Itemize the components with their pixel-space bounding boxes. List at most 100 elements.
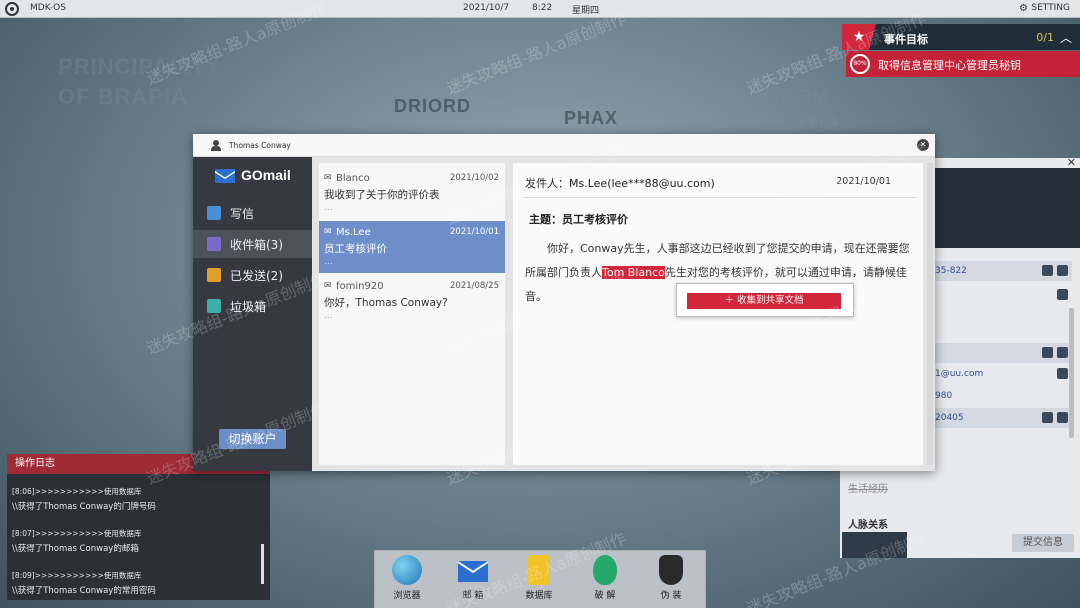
close-icon[interactable]: ✕ xyxy=(1067,156,1076,169)
operation-log: 操作日志 [8:06]>>>>>>>>>>>使用数据库 \\获得了Thomas … xyxy=(7,454,270,600)
user-icon xyxy=(211,140,221,151)
close-window-button[interactable]: ✕ xyxy=(917,139,929,151)
relations-section: 人脉关系 xyxy=(848,520,888,531)
map-label: PRINCIPALITY xyxy=(58,54,222,79)
message-list-pane: ✉ Blanco 2021/10/02 我收到了关于你的评价表 ... ✉ Ms… xyxy=(312,157,505,471)
shield-icon[interactable] xyxy=(1057,347,1068,358)
objective-task: 80% 取得信息管理中心管理员秘钥 xyxy=(846,51,1080,77)
transfer-status xyxy=(842,532,907,558)
dock-label: 伪 装 xyxy=(660,591,682,601)
chevron-up-icon[interactable]: ︿ xyxy=(1060,29,1072,46)
mail-sidebar: GOmail 写信 收件箱(3) 已发送(2) 垃圾箱 切换账户 xyxy=(193,157,312,471)
reader-date: 2021/10/01 xyxy=(836,176,891,187)
log-entry-result: \\获得了Thomas Conway的常用密码 xyxy=(12,586,156,596)
envelope-icon: ✉ xyxy=(324,227,332,237)
shield-icon[interactable] xyxy=(1042,347,1053,358)
nav-label: 收件箱(3) xyxy=(230,238,283,252)
system-time: 8:22 xyxy=(532,3,553,13)
nav-sent[interactable]: 已发送(2) xyxy=(193,261,312,289)
map-label: PHAX xyxy=(564,108,619,128)
message-subject: 你好，Thomas Conway? xyxy=(324,297,448,309)
gear-icon[interactable]: ⚙ xyxy=(1019,3,1028,14)
divider xyxy=(523,197,917,198)
dock-label: 邮 箱 xyxy=(462,591,484,601)
gomail-logo-icon xyxy=(215,169,235,183)
highlighted-keyword[interactable]: Tom Blanco xyxy=(602,266,665,279)
message-from: fomin920 xyxy=(336,281,384,292)
message-date: 2021/08/25 xyxy=(450,281,499,291)
life-history-section: 生活经历 xyxy=(848,484,888,495)
send-icon xyxy=(207,268,221,282)
message-preview: ... xyxy=(324,311,333,321)
reader-subject: 主题：员工考核评价 xyxy=(529,213,628,226)
map-label: KINGDOM xyxy=(726,86,830,108)
message-reader: 发件人：Ms.Lee(lee***88@uu.com) 2021/10/01 主… xyxy=(505,157,935,471)
document-icon[interactable] xyxy=(1057,368,1068,379)
log-entry-time: [8:07]>>>>>>>>>>>使用数据库 xyxy=(12,529,142,538)
profile-scrollbar[interactable] xyxy=(1069,308,1074,438)
os-name: MDK-OS xyxy=(30,3,66,13)
log-entry-time: [8:09]>>>>>>>>>>>使用数据库 xyxy=(12,571,142,580)
database-icon xyxy=(528,555,550,585)
dock-disguise[interactable]: 伪 装 xyxy=(645,555,697,601)
mail-icon xyxy=(458,561,488,582)
nav-label: 写信 xyxy=(230,207,255,221)
message-preview: ... xyxy=(324,257,333,267)
os-logo-icon xyxy=(5,2,19,16)
app-name: GOmail xyxy=(241,167,291,183)
dock-crack[interactable]: 破 解 xyxy=(579,555,631,601)
log-entry-result: \\获得了Thomas Conway的邮箱 xyxy=(12,544,139,554)
nav-label: 已发送(2) xyxy=(230,269,283,283)
message-subject: 我收到了关于你的评价表 xyxy=(324,189,440,201)
shield-icon[interactable] xyxy=(1042,412,1053,423)
nav-trash[interactable]: 垃圾箱 xyxy=(193,292,312,320)
disguise-icon xyxy=(659,555,683,585)
message-date: 2021/10/01 xyxy=(450,227,499,237)
context-action-label: 收集到共享文档 xyxy=(737,295,804,306)
nav-compose[interactable]: 写信 xyxy=(193,199,312,227)
dock-label: 破 解 xyxy=(594,591,616,601)
context-menu: ＋ 收集到共享文档 xyxy=(676,283,854,317)
document-icon[interactable] xyxy=(1057,265,1068,276)
message-preview: ... xyxy=(324,203,333,213)
dock-label: 浏览器 xyxy=(393,591,421,601)
system-date: 2021/10/7 xyxy=(463,3,510,13)
dock-database[interactable]: 数据库 xyxy=(513,555,565,601)
objective-panel: ★ 事件目标 0/1 ︿ 80% 取得信息管理中心管理员秘钥 xyxy=(842,24,1080,78)
app-dock: 浏览器 邮 箱 数据库 破 解 伪 装 xyxy=(374,550,706,608)
document-icon[interactable] xyxy=(1057,412,1068,423)
mail-titlebar[interactable]: Thomas Conway ✕ xyxy=(193,134,935,157)
envelope-icon: ✉ xyxy=(324,173,332,183)
reader-pane: 发件人：Ms.Lee(lee***88@uu.com) 2021/10/01 主… xyxy=(513,163,923,465)
objective-header[interactable]: ★ 事件目标 0/1 ︿ xyxy=(842,24,1080,50)
collect-to-shared-doc-button[interactable]: ＋ 收集到共享文档 xyxy=(687,293,841,309)
map-label: OF VESTIA xyxy=(726,112,841,134)
shield-icon[interactable] xyxy=(1057,289,1068,300)
map-label: OF BRAPIA xyxy=(58,84,188,109)
message-item-selected[interactable]: ✉ Ms.Lee 2021/10/01 员工考核评价 ... xyxy=(319,221,505,273)
task-progress-badge: 80% xyxy=(850,54,870,74)
log-scrollbar[interactable] xyxy=(261,544,264,584)
message-from: Ms.Lee xyxy=(336,227,371,238)
submit-info-button[interactable]: 提交信息 xyxy=(1012,534,1074,552)
globe-icon xyxy=(392,555,422,585)
reader-scrollbar[interactable] xyxy=(927,163,933,465)
map-label: DRIORD xyxy=(394,96,471,116)
switch-account-button[interactable]: 切换账户 xyxy=(219,429,286,449)
message-item[interactable]: ✉ fomin920 2021/08/25 你好，Thomas Conway? … xyxy=(319,275,505,327)
objective-title: 事件目标 xyxy=(884,33,928,46)
trash-icon xyxy=(207,299,221,313)
inbox-icon xyxy=(207,237,221,251)
dock-mail[interactable]: 邮 箱 xyxy=(447,555,499,601)
message-item[interactable]: ✉ Blanco 2021/10/02 我收到了关于你的评价表 ... xyxy=(319,167,505,219)
key-shield-icon xyxy=(593,555,617,585)
nav-inbox[interactable]: 收件箱(3) xyxy=(193,230,312,258)
shield-icon[interactable] xyxy=(1042,265,1053,276)
reader-sender: 发件人：Ms.Lee(lee***88@uu.com) xyxy=(525,177,715,190)
setting-button[interactable]: SETTING xyxy=(1031,3,1070,13)
star-icon: ★ xyxy=(842,24,876,50)
message-date: 2021/10/02 xyxy=(450,173,499,183)
task-label: 取得信息管理中心管理员秘钥 xyxy=(878,59,1021,72)
envelope-icon: ✉ xyxy=(324,281,332,291)
dock-browser[interactable]: 浏览器 xyxy=(381,555,433,601)
